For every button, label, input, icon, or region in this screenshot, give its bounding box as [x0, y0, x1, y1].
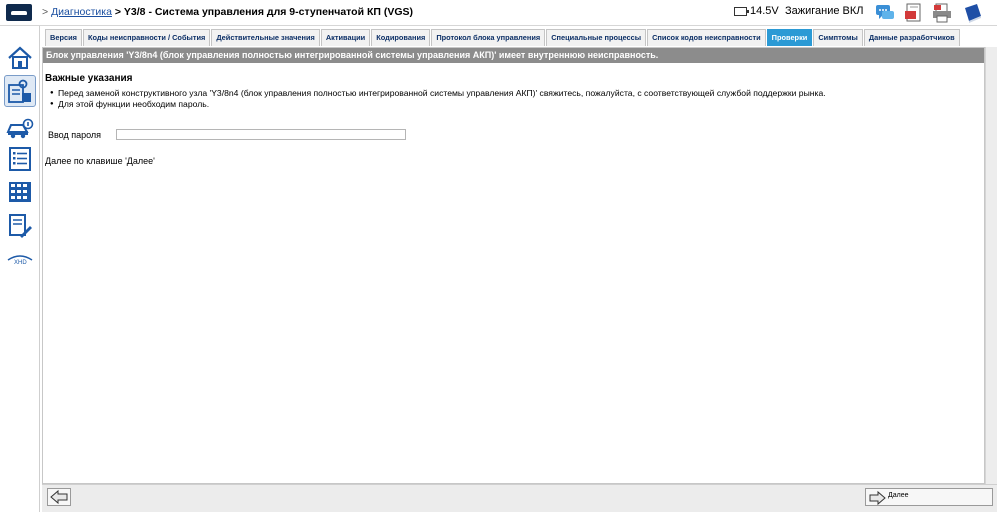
- breadcrumb-separator-2: >: [114, 6, 121, 18]
- main-content: Блок управления 'Y3/8n4 (блок управления…: [42, 47, 985, 484]
- tab-actual-values[interactable]: Действительные значения: [211, 29, 320, 46]
- document-wrench-icon[interactable]: [6, 212, 34, 240]
- tab-fault-codes[interactable]: Коды неисправности / События: [82, 29, 211, 46]
- manual-book-icon[interactable]: [962, 2, 984, 24]
- continue-hint: Далее по клавише 'Далее': [45, 156, 155, 166]
- xhd-label: XHD: [14, 260, 27, 266]
- ignition-status: Зажигание ВКЛ: [785, 5, 864, 17]
- tab-fault-code-list[interactable]: Список кодов неисправности: [647, 29, 766, 46]
- next-button-label: Далее: [888, 492, 909, 499]
- tab-checks[interactable]: Проверки: [766, 29, 813, 46]
- grid-icon[interactable]: [6, 178, 34, 206]
- tab-control-unit-log[interactable]: Протокол блока управления: [431, 29, 546, 46]
- voltage-readout: 14.5V: [750, 5, 779, 17]
- battery-icon: [734, 7, 749, 16]
- breadcrumb-separator: >: [42, 6, 49, 18]
- section-heading: Важные указания: [45, 73, 133, 84]
- vehicle-logo-icon[interactable]: [6, 4, 32, 21]
- vehicle-info-icon[interactable]: [6, 114, 34, 142]
- tab-symptoms[interactable]: Симптомы: [813, 29, 863, 46]
- tab-version[interactable]: Версия: [45, 29, 82, 46]
- list-item: Перед заменой конструктивного узла 'Y3/8…: [50, 88, 826, 99]
- breadcrumb: > Диагностика > Y3/8 - Система управлени…: [42, 6, 413, 18]
- arrow-right-icon: [869, 490, 886, 506]
- document-pdf-icon[interactable]: [903, 2, 925, 24]
- tab-bar: Версия Коды неисправности / События Дейс…: [45, 29, 961, 46]
- chat-icon[interactable]: [874, 2, 896, 24]
- sidebar-item-control-unit[interactable]: [4, 75, 36, 107]
- fault-banner: Блок управления 'Y3/8n4 (блок управления…: [43, 48, 984, 63]
- breadcrumb-link-diagnostics[interactable]: Диагностика: [51, 6, 112, 18]
- print-icon[interactable]: [931, 2, 953, 24]
- password-input[interactable]: [116, 129, 406, 140]
- tab-developer-data[interactable]: Данные разработчиков: [863, 29, 960, 46]
- home-icon[interactable]: [6, 44, 34, 72]
- vertical-scrollbar[interactable]: [985, 47, 997, 484]
- tab-activations[interactable]: Активации: [320, 29, 371, 46]
- back-button[interactable]: [47, 488, 71, 506]
- page-title: Y3/8 - Система управления для 9-ступенча…: [123, 6, 414, 18]
- control-unit-icon: [8, 79, 31, 103]
- next-button[interactable]: Далее: [865, 488, 993, 506]
- xhd-icon[interactable]: XHD: [6, 250, 34, 266]
- password-label: Ввод пароля: [48, 130, 102, 140]
- footer-bar: Далее: [42, 484, 997, 512]
- sidebar: XHD: [0, 26, 40, 512]
- tab-special-procedures[interactable]: Специальные процессы: [546, 29, 647, 46]
- title-bar: > Диагностика > Y3/8 - Система управлени…: [0, 0, 997, 26]
- list-icon[interactable]: [6, 145, 34, 173]
- arrow-left-icon: [50, 489, 68, 505]
- notes-list: Перед заменой конструктивного узла 'Y3/8…: [50, 88, 826, 110]
- tab-coding[interactable]: Кодирования: [371, 29, 431, 46]
- list-item: Для этой функции необходим пароль.: [50, 99, 826, 110]
